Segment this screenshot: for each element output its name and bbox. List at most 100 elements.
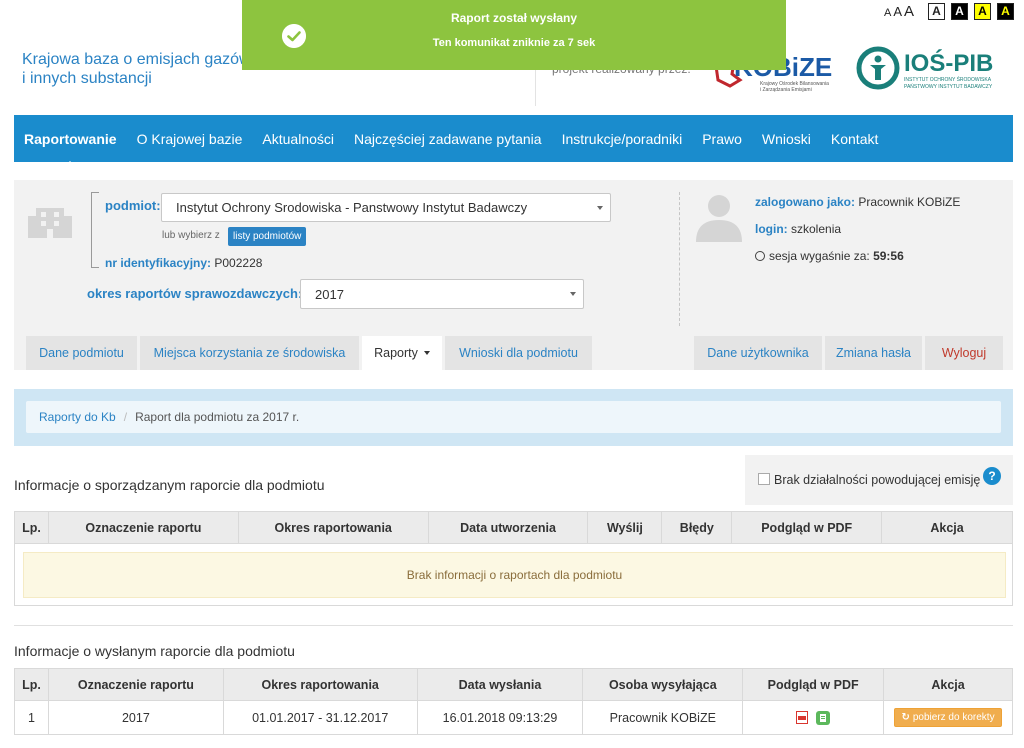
chevron-down-icon <box>597 205 603 210</box>
nav-item-kontakt[interactable]: Kontakt <box>831 131 878 147</box>
no-activity-label[interactable]: Brak działalności powodującej emisję <box>774 473 980 487</box>
logged-in-value: Pracownik KOBiZE <box>858 195 961 209</box>
session-timer: sesja wygaśnie za: 59:56 <box>755 249 904 263</box>
nav-item-aktualnosci[interactable]: Aktualności <box>262 131 334 147</box>
tab-raporty[interactable]: Raporty <box>362 336 442 370</box>
ios-pib-logo-text: IOŚ-PIB <box>904 49 993 77</box>
period-select[interactable]: 2017 <box>300 279 584 309</box>
help-icon[interactable]: ? <box>983 467 1001 485</box>
download-for-correction-button[interactable]: ↻ pobierz do korekty <box>894 708 1002 727</box>
no-activity-box: Brak działalności powodującej emisję ? <box>745 455 1013 505</box>
cell-akcja: ↻ pobierz do korekty <box>883 700 1013 735</box>
user-avatar-icon <box>696 195 742 242</box>
ios-pib-logo-sub1: INSTYTUT OCHRONY ŚRODOWISKA <box>904 75 992 83</box>
column-header: Data wysłania <box>416 668 584 701</box>
nav-item-raportowanie[interactable]: Raportowanie <box>24 130 117 168</box>
entity-list-button[interactable]: listy podmiotów <box>228 227 307 246</box>
main-nav: Raportowanie O Krajowej bazie Aktualnośc… <box>14 115 1013 168</box>
column-header: Wyślij <box>587 511 663 544</box>
logged-in-label: zalogowano jako: <box>755 195 856 209</box>
site-title-line1: Krajowa baza o emisjach gazów <box>22 51 251 68</box>
nav-item-label: Raportowanie <box>24 130 117 147</box>
tab-dane-uzytkownika[interactable]: Dane użytkownika <box>694 336 822 370</box>
refresh-icon: ↻ <box>901 712 910 723</box>
period-label: okres raportów sprawozdawczych: <box>87 286 303 301</box>
section-divider <box>14 625 1013 626</box>
id-number-value: P002228 <box>214 256 263 270</box>
entity-select-value: Instytut Ochrony Srodowiska - Panstwowy … <box>176 200 528 215</box>
cell-lp: 1 <box>14 700 49 735</box>
logged-in-as: zalogowano jako: Pracownik KOBiZE <box>755 195 960 209</box>
tab-miejsca-korzystania[interactable]: Miejsca korzystania ze środowiska <box>140 336 359 370</box>
download-for-correction-label: pobierz do korekty <box>912 712 995 723</box>
site-title[interactable]: Krajowa baza o emisjach gazów i innych s… <box>22 50 262 88</box>
column-header: Oznaczenie raportu <box>47 668 224 701</box>
no-activity-checkbox[interactable] <box>758 473 770 485</box>
tab-wnioski-dla-podmiotu[interactable]: Wnioski dla podmiotu <box>445 336 592 370</box>
column-header: Lp. <box>14 511 49 544</box>
success-toast[interactable]: Raport został wysłany Ten komunikat znik… <box>242 0 786 70</box>
site-title-line2: i innych substancji <box>22 70 152 87</box>
tab-wyloguj[interactable]: Wyloguj <box>925 336 1003 370</box>
signed-document-icon[interactable] <box>815 710 830 725</box>
nav-item-prawo[interactable]: Prawo <box>702 131 742 147</box>
active-indicator-icon <box>63 160 78 168</box>
cell-oznaczenie: 2017 <box>47 700 224 735</box>
entity-panel: podmiot: Instytut Ochrony Srodowiska - P… <box>14 180 1013 370</box>
ios-pib-logo[interactable]: IOŚ-PIB INSTYTUT OCHRONY ŚRODOWISKA PAŃS… <box>856 44 1004 94</box>
chevron-down-icon <box>570 292 576 296</box>
tab-dane-podmiotu[interactable]: Dane podmiotu <box>26 336 137 370</box>
empty-state-message: Brak informacji o raportach dla podmiotu <box>23 552 1006 598</box>
lub-wybierz-text: lub wybierz z <box>162 230 220 241</box>
id-number-label: nr identyfikacyjny: <box>105 256 212 270</box>
kobize-logo-sub2: i Zarządzania Emisjami <box>760 87 812 93</box>
column-header: Lp. <box>14 668 49 701</box>
pdf-icon[interactable] <box>796 711 809 725</box>
column-header: Okres raportowania <box>222 668 418 701</box>
section-sent-report-title: Informacje o wysłanym raporcie dla podmi… <box>14 643 295 659</box>
login-value: szkolenia <box>791 222 842 236</box>
prepared-report-table-body: Brak informacji o raportach dla podmiotu <box>14 544 1013 606</box>
ios-pib-logo-sub2: PAŃSTWOWY INSTYTUT BADAWCZY <box>904 83 993 90</box>
nav-item-o-krajowej-bazie[interactable]: O Krajowej bazie <box>137 131 243 147</box>
login-label: login: <box>755 222 788 236</box>
cell-okres: 01.01.2017 - 31.12.2017 <box>222 700 418 735</box>
period-select-value: 2017 <box>315 286 344 302</box>
section-prepared-report-title: Informacje o sporządzanym raporcie dla p… <box>14 477 325 493</box>
entity-select[interactable]: Instytut Ochrony Srodowiska - Panstwowy … <box>161 193 611 222</box>
field-bracket <box>91 192 99 268</box>
sent-report-table: Lp. Oznaczenie raportu Okres raportowani… <box>14 668 1013 735</box>
caret-down-icon <box>423 351 430 355</box>
cell-pdf-preview <box>742 700 885 735</box>
cell-data-wyslania: 16.01.2018 09:13:29 <box>416 700 584 735</box>
column-header: Okres raportowania <box>237 511 429 544</box>
nav-item-instrukcje[interactable]: Instrukcje/poradniki <box>562 131 683 147</box>
tab-zmiana-hasla[interactable]: Zmiana hasła <box>825 336 922 370</box>
prepared-report-table: Lp. Oznaczenie raportu Okres raportowani… <box>14 511 1013 544</box>
column-header: Akcja <box>883 668 1013 701</box>
table-header-row: Lp. Oznaczenie raportu Okres raportowani… <box>14 668 1013 701</box>
building-icon <box>28 208 72 238</box>
column-header: Podgląd w PDF <box>731 511 883 544</box>
nav-item-wnioski[interactable]: Wnioski <box>762 131 811 147</box>
panel-divider <box>679 192 680 326</box>
nav-item-faq[interactable]: Najczęściej zadawane pytania <box>354 131 542 147</box>
podmiot-label: podmiot: <box>105 198 161 213</box>
toast-title: Raport został wysłany <box>450 11 578 25</box>
table-header-row: Lp. Oznaczenie raportu Okres raportowani… <box>14 511 1013 544</box>
tab-raporty-label: Raporty <box>374 346 418 360</box>
breadcrumb-current: Raport dla podmiotu za 2017 r. <box>135 410 300 424</box>
breadcrumb-separator: / <box>123 410 128 424</box>
id-number: nr identyfikacyjny: P002228 <box>105 256 262 270</box>
breadcrumb-link[interactable]: Raporty do Kb <box>39 410 116 424</box>
login-info: login: szkolenia <box>755 222 841 236</box>
column-header: Data utworzenia <box>427 511 589 544</box>
column-header: Błędy <box>661 511 733 544</box>
toast-subtitle: Ten komunikat zniknie za 7 sek <box>432 37 596 49</box>
session-value: 59:56 <box>873 249 904 263</box>
column-header: Oznaczenie raportu <box>47 511 239 544</box>
clock-icon <box>755 251 765 261</box>
table-row: 1 2017 01.01.2017 - 31.12.2017 16.01.201… <box>14 700 1013 735</box>
breadcrumb-area: Raporty do Kb / Raport dla podmiotu za 2… <box>14 389 1013 446</box>
column-header: Podgląd w PDF <box>742 668 885 701</box>
